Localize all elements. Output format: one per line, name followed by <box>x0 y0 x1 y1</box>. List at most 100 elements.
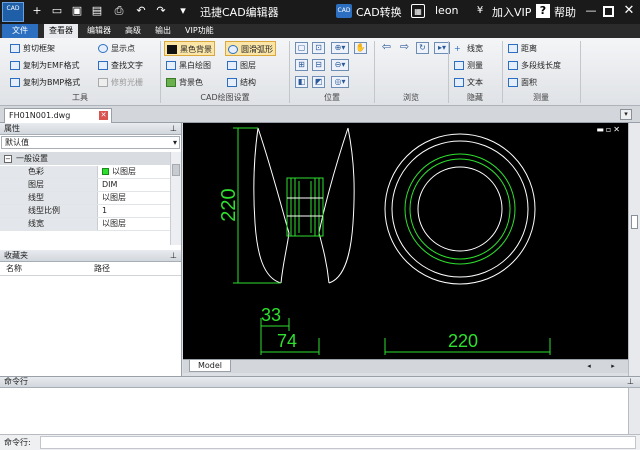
property-row[interactable]: 线宽 以图层 <box>0 218 170 231</box>
property-row[interactable]: 图层 DIM <box>0 179 170 192</box>
tab-editor[interactable]: 编辑器 <box>82 24 116 38</box>
open-folder-icon[interactable]: ▭ <box>50 4 64 18</box>
orbit-icon[interactable]: ◎▾ <box>331 76 349 88</box>
area-icon <box>508 78 518 87</box>
model-tab[interactable]: Model <box>189 360 232 372</box>
properties-scrollbar[interactable] <box>170 152 181 245</box>
property-row[interactable]: 线型比例 1 <box>0 205 170 218</box>
show-point-label: 显示点 <box>111 44 135 53</box>
hide-measure-button[interactable]: 测量 <box>452 58 485 73</box>
viewport-controls[interactable]: ▬▫✕ <box>596 125 622 134</box>
layers-button[interactable]: 图层 <box>225 58 258 73</box>
tab-advanced[interactable]: 高级 <box>120 24 146 38</box>
refresh-icon[interactable]: ↻ <box>416 42 429 54</box>
view-front-icon[interactable]: ◧ <box>295 76 308 88</box>
circle <box>409 158 511 260</box>
save-icon[interactable]: ▣ <box>70 4 84 18</box>
group-tools-label: 工具 <box>72 93 88 102</box>
user-name[interactable]: leon <box>435 4 459 17</box>
copy-bmp-button[interactable]: 复制为BMP格式 <box>8 75 82 90</box>
yen-icon[interactable]: ¥ <box>473 4 487 18</box>
zoom-out-icon[interactable]: ⊖▾ <box>331 59 349 71</box>
minimize-icon[interactable]: — <box>584 4 598 18</box>
menu-file[interactable]: 文件 <box>2 24 38 38</box>
group-hide-label: 隐藏 <box>467 93 483 102</box>
document-tab[interactable]: FH01N001.dwg ✕ <box>4 108 112 123</box>
print-icon[interactable]: ⎙ <box>112 4 126 18</box>
pan-hand-icon[interactable]: ✋ <box>354 42 367 54</box>
area-button[interactable]: 面积 <box>506 75 539 90</box>
tab-list-dropdown-icon[interactable]: ▾ <box>620 109 632 120</box>
property-key: 色彩 <box>0 166 98 178</box>
maximize-icon[interactable] <box>603 6 614 17</box>
scroll-right-icon[interactable]: ▸ <box>608 361 618 371</box>
section-general[interactable]: − 一般设置 <box>0 152 170 165</box>
redo-icon[interactable]: ↷ <box>154 4 168 18</box>
pin-icon[interactable]: ⊥ <box>170 123 177 134</box>
scroll-left-icon[interactable]: ◂ <box>584 361 594 371</box>
copy-emf-button[interactable]: 复制为EMF格式 <box>8 58 82 73</box>
group-position-label: 位置 <box>324 93 340 102</box>
forward-arrow-icon[interactable]: ⇨ <box>398 41 411 54</box>
bw-drawing-button[interactable]: 黑白绘图 <box>164 58 213 73</box>
smooth-arc-button[interactable]: 圆滑弧形 <box>225 41 276 56</box>
help-icon[interactable]: ? <box>536 4 550 18</box>
pin-icon[interactable]: ⊥ <box>627 377 634 387</box>
zoom-extents-icon[interactable]: ⊡ <box>312 42 325 54</box>
scroll-thumb[interactable] <box>172 164 180 176</box>
clip-frame-button[interactable]: 剪切框架 <box>8 41 57 56</box>
new-icon[interactable]: + <box>30 4 44 18</box>
close-tab-icon[interactable]: ✕ <box>99 111 108 120</box>
help-button[interactable]: 帮助 <box>554 4 576 20</box>
properties-filter-select[interactable]: 默认值 ▾ <box>1 136 180 149</box>
fit-view-icon[interactable]: ⊞ <box>295 59 308 71</box>
property-row[interactable]: 线型 以图层 <box>0 192 170 205</box>
black-background-button[interactable]: 黑色背景 <box>164 41 215 56</box>
zoom-in-icon[interactable]: ⊕▾ <box>331 42 349 54</box>
property-value[interactable]: 以图层 <box>99 218 170 230</box>
property-value[interactable]: 以图层 <box>99 192 170 204</box>
show-point-button[interactable]: 显示点 <box>96 41 137 56</box>
join-vip-button[interactable]: 加入VIP <box>492 4 531 20</box>
back-arrow-icon[interactable]: ⇦ <box>380 41 393 54</box>
user-icon[interactable]: ▦ <box>411 4 425 18</box>
bw-drawing-label: 黑白绘图 <box>179 61 211 70</box>
canvas-vertical-scrollbar[interactable] <box>628 123 640 376</box>
property-value[interactable]: DIM <box>99 179 170 191</box>
close-icon[interactable]: ✕ <box>622 4 636 18</box>
dropdown-icon[interactable]: ▾ <box>176 4 190 18</box>
undo-icon[interactable]: ↶ <box>134 4 148 18</box>
favorites-title: 收藏夹 <box>4 251 28 260</box>
property-row[interactable]: 色彩 以图层 <box>0 166 170 179</box>
structure-button[interactable]: 结构 <box>225 75 258 90</box>
distance-button[interactable]: 距离 <box>506 41 539 56</box>
linewidth-button[interactable]: + 线宽 <box>452 41 485 56</box>
collapse-icon[interactable]: − <box>4 155 12 163</box>
property-value[interactable]: 以图层 <box>99 166 170 178</box>
view-3d-icon[interactable]: ◩ <box>312 76 325 88</box>
background-color-button[interactable]: 背景色 <box>164 75 205 90</box>
cad-convert-button[interactable]: CAD转换 <box>356 4 402 20</box>
tab-viewer[interactable]: 查看器 <box>44 24 78 38</box>
find-text-button[interactable]: 查找文字 <box>96 58 145 73</box>
outer-circle <box>384 133 536 285</box>
polyline-length-label: 多段线长度 <box>521 61 561 70</box>
text-button[interactable]: 文本 <box>452 75 485 90</box>
trim-raster-button[interactable]: 修剪光栅 <box>96 75 145 90</box>
tab-output[interactable]: 输出 <box>150 24 176 38</box>
command-input-row: 命令行: <box>0 434 640 450</box>
save-all-icon[interactable]: ▤ <box>90 4 104 18</box>
zoom-window-icon[interactable]: ▢ <box>295 42 308 54</box>
pin-icon[interactable]: ⊥ <box>170 250 177 261</box>
command-input[interactable] <box>40 436 636 449</box>
cad-convert-icon[interactable]: CAD <box>336 4 352 18</box>
column-name[interactable]: 名称 <box>6 263 22 275</box>
tab-vip[interactable]: VIP功能 <box>180 24 219 38</box>
property-value[interactable]: 1 <box>99 205 170 217</box>
drawing-canvas[interactable]: ▬▫✕ 220 33 74 220 <box>183 123 628 359</box>
polyline-length-button[interactable]: 多段线长度 <box>506 58 563 73</box>
column-path[interactable]: 路径 <box>94 263 110 275</box>
scroll-thumb[interactable] <box>631 215 638 229</box>
zoom-fit-icon[interactable]: ⊟ <box>312 59 325 71</box>
command-scrollbar[interactable] <box>628 388 640 434</box>
